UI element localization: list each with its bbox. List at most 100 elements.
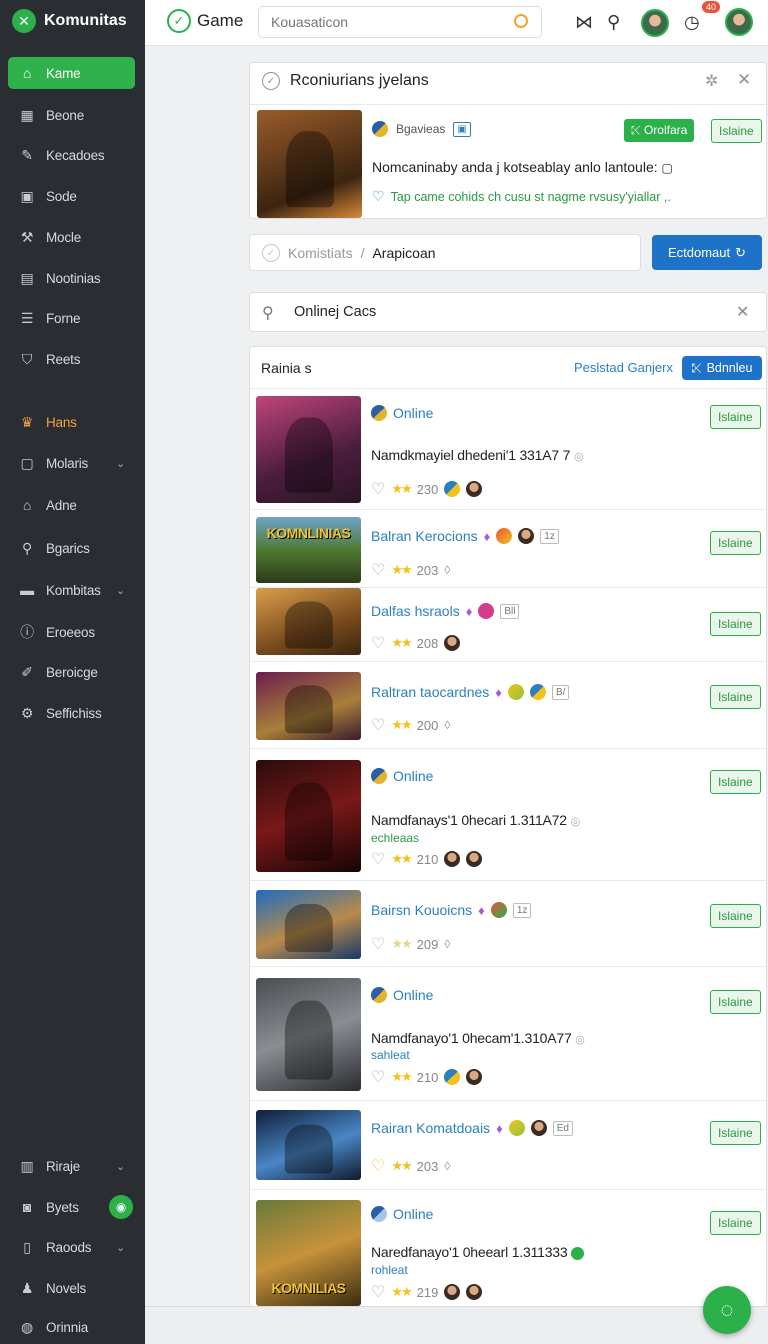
status-badge[interactable]: Islaine xyxy=(710,685,761,709)
breadcrumb-current[interactable]: Arapicoan xyxy=(372,245,435,261)
sidebar-item-reets[interactable]: ⛉ Reets xyxy=(8,343,135,375)
box-chip: Bll xyxy=(500,603,520,619)
row-title[interactable]: Online xyxy=(371,405,433,421)
sidebar-item-adne[interactable]: ⌂ Adne xyxy=(8,489,135,521)
row-title[interactable]: Rairan Komatdoais ♦ Ed xyxy=(371,1120,573,1136)
search-icon[interactable] xyxy=(514,14,528,28)
row-title[interactable]: Balran Kerocions ♦ 1z xyxy=(371,528,559,544)
featured-title: Rconiurians jyelans xyxy=(290,72,429,89)
row-title[interactable]: Bairsn Kouoicns ♦ 1z xyxy=(371,902,532,918)
sidebar-item-label: Seffichiss xyxy=(46,705,102,721)
user-avatar[interactable] xyxy=(725,8,753,36)
status-badge[interactable]: Islaine xyxy=(710,1211,761,1235)
brand[interactable]: ✕ Komunitas xyxy=(12,9,127,33)
sidebar-item-novels[interactable]: ♟ Novels xyxy=(8,1272,135,1304)
status-badge[interactable]: Islaine xyxy=(710,405,761,429)
row-title-text: Online xyxy=(393,987,434,1003)
close-icon[interactable]: ✕ xyxy=(736,302,749,322)
sidebar-item-nootinias[interactable]: ▤ Nootinias xyxy=(8,262,135,294)
status-badge[interactable]: Islaine xyxy=(710,1121,761,1145)
row-count: 219 xyxy=(416,1284,439,1300)
row-count: 210 xyxy=(416,851,439,867)
breadcrumb-root[interactable]: Komistiats xyxy=(288,245,353,261)
filter-icon[interactable]: ⋈ xyxy=(575,12,593,33)
status-badge[interactable]: Islaine xyxy=(710,531,761,555)
list-icon: ☰ xyxy=(20,309,34,326)
heart-icon[interactable]: ♡ xyxy=(371,633,385,653)
sidebar-item-orinnia[interactable]: ◍ Orinnia xyxy=(8,1311,135,1343)
pen-icon: ✐ xyxy=(21,663,33,680)
heart-icon[interactable]: ♡ xyxy=(371,1282,385,1302)
heart-icon[interactable]: ♡ xyxy=(371,715,385,735)
sidebar-item-forne[interactable]: ☰ Forne xyxy=(8,302,135,334)
featured-thumbnail[interactable] xyxy=(257,110,362,218)
sidebar-item-sode[interactable]: ▣ Sode xyxy=(8,180,135,212)
game-thumbnail[interactable] xyxy=(256,978,361,1091)
filter-bar[interactable]: ⚲ Onlinej Cacs ✕ xyxy=(249,292,767,332)
row-title[interactable]: Online xyxy=(371,1206,433,1222)
heart-icon[interactable]: ♡ xyxy=(371,1067,385,1087)
sidebar-item-hans[interactable]: ♛ Hans xyxy=(8,406,135,438)
page-title[interactable]: ✓ Game xyxy=(167,9,243,33)
chip-icon xyxy=(478,603,495,619)
sidebar-item-mocle[interactable]: ⚒ Mocle xyxy=(8,221,135,253)
status-badge[interactable]: Islaine xyxy=(711,119,762,143)
status-badge[interactable]: Islaine xyxy=(710,612,761,636)
sidebar-item-raoods[interactable]: ▯ Raoods ⌄ xyxy=(8,1231,135,1263)
primary-action-button[interactable]: ⤪ Orolfara xyxy=(624,119,695,142)
heart-icon[interactable]: ♡ xyxy=(371,479,385,499)
sidebar-item-kecadoes[interactable]: ✎ Kecadoes xyxy=(8,139,135,171)
chat-fab-button[interactable]: ◌ xyxy=(703,1286,751,1334)
sidebar-item-seffichiss[interactable]: ⚙ Seffichiss xyxy=(8,697,135,729)
game-thumbnail[interactable] xyxy=(256,588,361,655)
game-thumbnail[interactable] xyxy=(256,672,361,740)
sidebar-item-byets[interactable]: ◙ Byets ◉ xyxy=(8,1191,135,1223)
game-thumbnail[interactable] xyxy=(256,396,361,503)
edit-button[interactable]: Ectdomaut ↻ xyxy=(652,235,762,270)
sidebar-item-beroicge[interactable]: ✐ Beroicge xyxy=(8,656,135,688)
info-circle-icon: ⓘ xyxy=(20,624,34,640)
status-badge[interactable]: Islaine xyxy=(710,990,761,1014)
game-thumbnail[interactable] xyxy=(256,890,361,959)
filter-value: Onlinej Cacs xyxy=(294,304,377,320)
heart-icon[interactable]: ♡ xyxy=(371,934,385,954)
close-icon[interactable]: ✕ xyxy=(737,70,751,90)
list-header-link[interactable]: Peslstad Ganjerx xyxy=(574,360,673,375)
heart-icon[interactable]: ♡ xyxy=(371,1156,385,1176)
list-header-button[interactable]: ⤪ Bdnnleu xyxy=(682,356,762,380)
row-title[interactable]: Online xyxy=(371,768,433,784)
row-title[interactable]: Dalfas hsraols ♦ Bll xyxy=(371,603,520,619)
sidebar-item-eroeeos[interactable]: ⓘ Eroeeos xyxy=(8,616,135,648)
heart-icon[interactable]: ♡ xyxy=(371,849,385,869)
sidebar-item-label: Raoods xyxy=(46,1239,92,1255)
komunitas-logo-icon: ✕ xyxy=(12,9,36,33)
chat-badge-icon[interactable]: ◉ xyxy=(109,1195,133,1219)
row-meta: ♡ ★★ 200 ◊ xyxy=(371,715,450,735)
avatar[interactable] xyxy=(641,9,669,37)
puzzle-icon[interactable]: ✲ xyxy=(705,71,718,91)
chip-icon xyxy=(490,902,507,918)
featured-hint-text: Tap came cohids ch cusu st nagme rvsusy'… xyxy=(390,189,671,204)
thumbnail-title: KOMNILIAS xyxy=(271,1280,346,1296)
row-title[interactable]: Online xyxy=(371,987,433,1003)
sidebar-item-molaris[interactable]: ▢ Molaris ⌄ xyxy=(8,447,135,479)
sidebar-item-label: Kame xyxy=(46,65,81,81)
game-thumbnail[interactable] xyxy=(256,760,361,872)
sidebar-item-kame[interactable]: ⌂ Kame xyxy=(8,57,135,89)
clock-icon[interactable]: ◷ xyxy=(684,12,700,33)
status-badge[interactable]: Islaine xyxy=(710,904,761,928)
sidebar-item-riraje[interactable]: ▥ Riraje ⌄ xyxy=(8,1150,135,1182)
sidebar-item-kombitas[interactable]: ▬ Kombitas ⌄ xyxy=(8,574,135,606)
game-thumbnail[interactable] xyxy=(256,1110,361,1180)
search-input[interactable] xyxy=(258,6,542,38)
status-badge[interactable]: Islaine xyxy=(710,770,761,794)
edit-button-label: Ectdomaut xyxy=(667,245,731,260)
game-thumbnail[interactable]: KOMNLINIAS xyxy=(256,517,361,583)
heart-icon[interactable]: ♡ xyxy=(371,560,385,580)
game-thumbnail[interactable]: KOMNILIAS xyxy=(256,1200,361,1306)
rating-stars-icon: ★★ xyxy=(391,717,412,732)
magnifier-icon[interactable]: ⚲ xyxy=(607,12,620,33)
sidebar-item-beone[interactable]: ▦ Beone xyxy=(8,99,135,131)
row-title[interactable]: Raltran taocardnes ♦ B/ xyxy=(371,684,570,700)
sidebar-item-bgarics[interactable]: ⚲ Bgarics xyxy=(8,532,135,564)
